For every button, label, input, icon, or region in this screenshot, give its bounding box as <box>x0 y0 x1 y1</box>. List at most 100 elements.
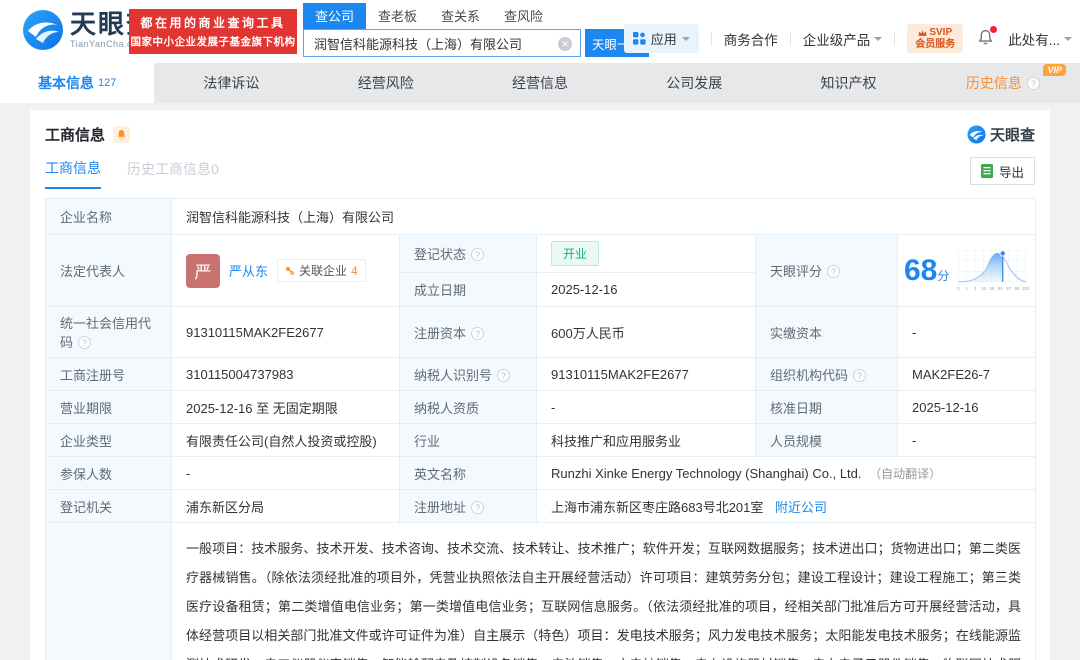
nav-tab-label: 基本信息 <box>37 75 94 91</box>
approve-date-label: 核准日期 <box>755 390 898 424</box>
help-icon[interactable] <box>497 368 511 382</box>
nav-tab-basic-info[interactable]: 基本信息 127 <box>0 63 155 103</box>
table-row: 企业名称 润智信科能源科技（上海）有限公司 <box>45 198 1037 235</box>
apps-menu[interactable]: 应用 <box>623 24 699 53</box>
company-type-value: 有限责任公司(自然人投资或控股) <box>171 423 400 457</box>
reg-no-label: 工商注册号 <box>45 357 172 391</box>
divider <box>789 31 791 46</box>
notifications-bell[interactable] <box>977 25 998 49</box>
subtab-business-info[interactable]: 工商信息 <box>45 158 101 189</box>
business-info-table: 企业名称 润智信科能源科技（上海）有限公司 法定代表人 严 严从东 关联企业 4… <box>45 198 1037 660</box>
top-menu: 应用 商务合作 企业级产品 SVIP 会员服务 此处有... <box>623 24 1072 53</box>
search-tab-risk[interactable]: 查风险 <box>492 3 555 29</box>
help-icon[interactable] <box>471 500 485 514</box>
monitor-bell-icon[interactable] <box>113 126 131 143</box>
export-label: 导出 <box>998 165 1024 180</box>
apps-label: 应用 <box>650 32 677 47</box>
company-type-label: 企业类型 <box>45 423 172 457</box>
table-row: 工商注册号 310115004737983 纳税人识别号 91310115MAK… <box>45 357 1037 391</box>
reg-capital-label: 注册资本 <box>414 325 467 341</box>
help-icon[interactable] <box>78 336 92 349</box>
nav-tab-operating-risk[interactable]: 经营风险 <box>309 63 463 103</box>
svg-text:0: 0 <box>958 286 961 291</box>
org-code-label: 组织机构代码 <box>770 367 849 383</box>
legal-rep-avatar[interactable]: 严 <box>186 253 220 288</box>
est-date-value: 2025-12-16 <box>536 272 756 307</box>
search-tab-boss[interactable]: 查老板 <box>366 3 429 29</box>
svip-member-badge[interactable]: SVIP 会员服务 <box>907 24 964 53</box>
nav-tab-legal[interactable]: 法律诉讼 <box>154 63 308 103</box>
chevron-down-icon <box>1064 36 1072 45</box>
divider <box>710 31 712 46</box>
subtab-history-info[interactable]: 历史工商信息0 <box>127 159 219 188</box>
score-label-cell: 天眼评分 <box>755 234 898 307</box>
nav-tab-ip[interactable]: 知识产权 <box>771 63 925 103</box>
english-name-cell: Runzhi Xinke Energy Technology (Shanghai… <box>535 456 1037 490</box>
search-box <box>303 29 581 57</box>
paid-capital-label: 实缴资本 <box>755 306 898 358</box>
taxpayer-id-label-cell: 纳税人识别号 <box>399 357 537 391</box>
score-unit: 分 <box>937 268 950 283</box>
staff-size-value: - <box>896 423 1037 457</box>
nav-tab-label: 公司发展 <box>666 75 723 91</box>
table-row: 法定代表人 严 严从东 关联企业 4 登记状态? 开业 天眼评分? 68分 0 … <box>45 234 1037 307</box>
search-tab-relation[interactable]: 查关系 <box>429 3 492 29</box>
nav-tab-operating-info[interactable]: 经营信息 <box>463 63 617 103</box>
export-button[interactable]: 导出 <box>969 157 1035 185</box>
legal-rep-name-link[interactable]: 严从东 <box>229 261 268 280</box>
status-badge: 开业 <box>551 241 600 266</box>
est-date-label: 成立日期 <box>399 272 537 307</box>
search-input[interactable] <box>304 30 580 56</box>
chevron-down-icon <box>874 36 883 45</box>
related-companies-badge[interactable]: 关联企业 4 <box>277 259 366 282</box>
menu-enterprise[interactable]: 企业级产品 <box>803 29 883 49</box>
business-info-card: 工商信息 天眼查 工商信息 历史工商信息0 导出 企业名称 润智信科能源科技（上… <box>30 110 1050 660</box>
watermark-text: 天眼查 <box>989 127 1035 144</box>
clear-search-icon[interactable] <box>558 37 572 51</box>
search-area: 查公司 查老板 查关系 查风险 天眼一下 <box>303 3 649 57</box>
industry-value: 科技推广和应用服务业 <box>536 423 756 457</box>
address-cell: 上海市浦东新区枣庄路683号北201室 附近公司 <box>535 489 1037 523</box>
industry-label: 行业 <box>399 423 537 457</box>
help-icon[interactable] <box>1026 76 1040 90</box>
company-name-label: 企业名称 <box>45 198 172 235</box>
taxpayer-quality-value: - <box>536 390 756 424</box>
reg-no-value: 310115004737983 <box>171 357 400 391</box>
nearby-companies-link[interactable]: 附近公司 <box>775 500 827 515</box>
related-label: 关联企业 <box>299 264 348 278</box>
english-name-value: Runzhi Xinke Energy Technology (Shanghai… <box>551 465 862 481</box>
authority-value: 浦东新区分局 <box>171 489 400 523</box>
nav-tab-count: 127 <box>97 77 117 89</box>
org-code-value: MAK2FE26-7 <box>896 357 1037 391</box>
nav-tab-history[interactable]: 历史信息 VIP <box>926 63 1080 103</box>
search-tabs: 查公司 查老板 查关系 查风险 <box>303 3 649 29</box>
nav-tab-development[interactable]: 公司发展 <box>617 63 771 103</box>
help-icon[interactable] <box>853 368 867 382</box>
search-tab-company[interactable]: 查公司 <box>303 3 367 29</box>
nav-tab-label: 经营信息 <box>511 75 568 91</box>
chevron-down-icon <box>681 36 690 45</box>
table-row: 企业类型 有限责任公司(自然人投资或控股) 行业 科技推广和应用服务业 人员规模… <box>45 423 1037 457</box>
term-label: 营业期限 <box>45 390 172 424</box>
help-icon[interactable] <box>471 326 485 340</box>
table-row: 经营范围 一般项目：技术服务、技术开发、技术咨询、技术交流、技术转让、技术推广；… <box>45 522 1037 660</box>
term-value: 2025-12-16 至 无固定期限 <box>171 390 400 424</box>
menu-cooperation[interactable]: 商务合作 <box>724 29 778 49</box>
company-name-value: 润智信科能源科技（上海）有限公司 <box>170 198 1037 235</box>
reg-status-label: 登记状态 <box>414 247 467 262</box>
help-icon[interactable] <box>827 265 841 278</box>
vip-badge: VIP <box>1043 64 1066 76</box>
account-menu[interactable]: 此处有... <box>1008 29 1072 49</box>
nav-tab-label: 知识产权 <box>820 75 877 91</box>
help-icon[interactable] <box>471 248 485 261</box>
svip-sublabel: 会员服务 <box>915 38 956 50</box>
related-count: 4 <box>351 263 358 278</box>
svg-text:3: 3 <box>974 286 977 291</box>
svg-text:15: 15 <box>981 286 986 291</box>
credit-code-value: 91310115MAK2FE2677 <box>171 306 400 358</box>
legal-rep-cell: 严 严从东 关联企业 4 <box>171 234 400 307</box>
related-companies-icon <box>286 266 295 275</box>
watermark-logo: 天眼查 <box>967 124 1035 145</box>
address-value: 上海市浦东新区枣庄路683号北201室 <box>551 499 764 515</box>
score-distribution-chart: 0 1 3 15 50 85 97 99 100 <box>958 249 1029 291</box>
